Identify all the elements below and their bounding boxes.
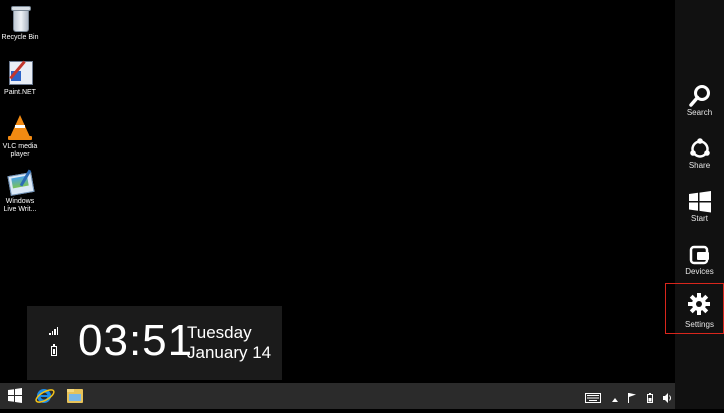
charm-label: Start: [691, 214, 708, 223]
battery-tray-icon[interactable]: [646, 390, 653, 408]
clock-date: January 14: [187, 343, 272, 362]
file-explorer-button[interactable]: [60, 384, 90, 408]
charm-start[interactable]: Start: [675, 186, 724, 236]
desktop-icon-label: Recycle Bin: [1, 34, 39, 41]
charm-devices[interactable]: Devices: [675, 239, 724, 289]
charms-bar: Search Share Start Devices Settings: [665, 0, 724, 409]
charm-search[interactable]: Search: [675, 80, 724, 130]
start-button[interactable]: [0, 384, 30, 408]
charm-label: Settings: [685, 320, 714, 329]
desktop-icon-label: VLC media player: [2, 143, 38, 158]
desktop-icon-recycle-bin[interactable]: Recycle Bin: [0, 4, 40, 42]
devices-icon: [688, 243, 712, 267]
system-tray: [579, 390, 672, 403]
internet-explorer-icon: [35, 389, 55, 403]
volume-icon[interactable]: [663, 390, 672, 408]
battery-icon: [51, 344, 57, 356]
taskbar: [0, 383, 675, 409]
clock-time: 03:51: [78, 316, 194, 365]
desktop-icon-label: Windows Live Writ...: [3, 198, 37, 213]
desktop: Recycle Bin Paint.NET VLC media player W…: [0, 0, 675, 383]
recycle-bin-icon: [6, 4, 34, 32]
gear-icon: [687, 292, 711, 316]
internet-explorer-button[interactable]: [30, 384, 60, 408]
vlc-icon: [6, 113, 34, 141]
desktop-icon-label: Paint.NET: [4, 89, 36, 96]
clock-day: Tuesday: [187, 323, 252, 342]
windows-logo-icon: [8, 388, 22, 403]
keyboard-icon[interactable]: [585, 390, 602, 408]
charm-label: Devices: [685, 267, 714, 276]
desktop-icon-vlc[interactable]: VLC media player: [0, 113, 40, 159]
desktop-icon-windows-live-writer[interactable]: Windows Live Writ...: [0, 168, 40, 214]
chevron-up-icon[interactable]: [611, 390, 618, 408]
charm-settings[interactable]: Settings: [665, 283, 724, 334]
share-icon: [688, 137, 712, 161]
desktop-icon-paint-net[interactable]: Paint.NET: [0, 59, 40, 97]
folder-icon: [67, 389, 83, 403]
charm-label: Share: [688, 161, 711, 170]
signal-icon: [49, 327, 59, 335]
search-icon: [688, 84, 712, 108]
windows-logo-icon: [688, 190, 712, 214]
charm-label: Search: [686, 108, 713, 117]
flag-icon[interactable]: [628, 390, 637, 408]
charm-share[interactable]: Share: [675, 133, 724, 183]
windows-live-writer-icon: [6, 168, 35, 196]
paint-net-icon: [6, 59, 34, 87]
